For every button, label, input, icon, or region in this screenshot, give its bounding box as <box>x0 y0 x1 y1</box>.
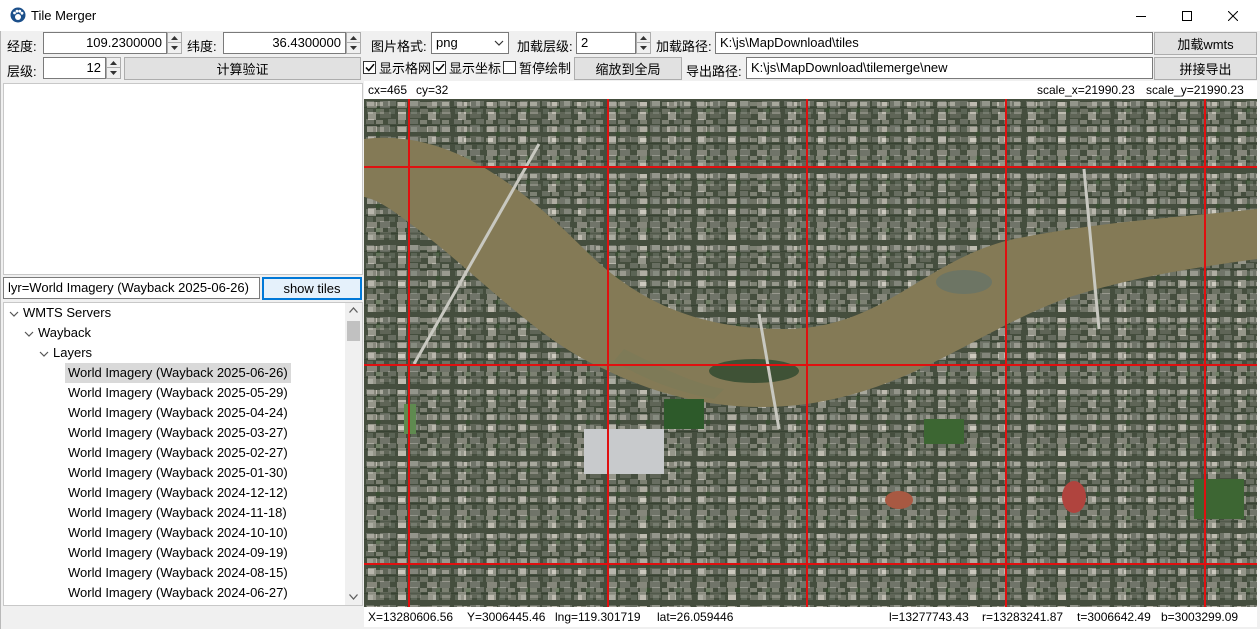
chevron-down-icon <box>494 40 504 46</box>
map-canvas[interactable] <box>364 99 1257 607</box>
triangle-down-icon <box>350 46 357 50</box>
triangle-down-icon <box>171 46 178 50</box>
lat-spinner[interactable] <box>346 32 361 54</box>
map-x: X=13280606.56 <box>368 610 454 624</box>
map-lat: lat=26.059446 <box>657 610 734 624</box>
pause-draw-checkbox[interactable]: 暂停绘制 <box>503 59 572 76</box>
tree-scrollbar[interactable] <box>345 303 362 605</box>
tree-layer-item[interactable]: World Imagery (Wayback 2025-06-26) <box>65 363 291 383</box>
format-value: png <box>436 35 458 50</box>
map-scale-y: scale_y=21990.23 <box>1146 83 1244 97</box>
map-bottom: b=3003299.09 <box>1161 610 1239 624</box>
lat-input[interactable]: 36.4300000 <box>223 32 346 54</box>
compute-button[interactable]: 计算验证 <box>124 57 361 80</box>
load-path-label: 加载路径: <box>656 39 712 54</box>
format-label: 图片格式: <box>371 39 427 54</box>
tree-layer-item[interactable]: World Imagery (Wayback 2025-01-30) <box>68 463 288 483</box>
tree-root[interactable]: WMTS Servers <box>23 303 111 323</box>
status-strip <box>1 625 363 629</box>
map-lng: lng=119.301719 <box>555 610 641 624</box>
paw-icon <box>10 7 26 23</box>
map-coords-bar: X=13280606.56 Y=3006445.46 lng=119.30171… <box>364 607 1257 627</box>
lng-spinner[interactable] <box>167 32 182 54</box>
triangle-up-icon <box>110 60 117 65</box>
load-path-input[interactable]: K:\js\MapDownload\tiles <box>715 32 1153 54</box>
level-label: 层级: <box>7 64 37 79</box>
lng-label: 经度: <box>7 39 37 54</box>
tree-layer-item[interactable]: World Imagery (Wayback 2024-06-27) <box>68 583 288 603</box>
triangle-up-icon <box>350 35 357 40</box>
show-coords-label: 显示坐标 <box>449 60 502 76</box>
format-select[interactable]: png <box>431 32 509 54</box>
load-wmts-button[interactable]: 加载wmts <box>1154 32 1257 55</box>
pause-draw-label: 暂停绘制 <box>519 60 572 76</box>
map-left: l=13277743.43 <box>889 610 969 624</box>
info-panel <box>3 83 363 275</box>
chevron-down-icon[interactable] <box>9 309 19 319</box>
window-title: Tile Merger <box>31 8 97 23</box>
map-info-bar: cx=465 cy=32 scale_x=21990.23 scale_y=21… <box>364 81 1257 99</box>
export-path-label: 导出路径: <box>686 64 742 79</box>
show-tiles-button[interactable]: show tiles <box>262 277 362 300</box>
lat-label: 纬度: <box>187 39 217 54</box>
tree-layer-item[interactable]: World Imagery (Wayback 2024-08-15) <box>68 563 288 583</box>
tree-layer-item[interactable]: World Imagery (Wayback 2024-10-10) <box>68 523 288 543</box>
satellite-map[interactable] <box>364 99 1257 607</box>
triangle-up-icon[interactable] <box>349 307 358 313</box>
level-spinner[interactable] <box>106 57 121 79</box>
triangle-down-icon <box>110 71 117 75</box>
level-input[interactable]: 12 <box>43 57 106 79</box>
tree-layer-item[interactable]: World Imagery (Wayback 2025-04-24) <box>68 403 288 423</box>
tree-layer-item[interactable]: World Imagery (Wayback 2025-02-27) <box>68 443 288 463</box>
close-icon <box>1228 10 1238 21</box>
maximize-button[interactable] <box>1164 0 1210 31</box>
tree-node-wayback[interactable]: Wayback <box>38 323 91 343</box>
load-level-label: 加载层级: <box>517 39 573 54</box>
triangle-down-icon[interactable] <box>349 594 358 600</box>
triangle-up-icon <box>640 35 647 40</box>
chevron-down-icon[interactable] <box>39 349 49 359</box>
zoom-all-button[interactable]: 缩放到全局 <box>574 57 682 80</box>
map-y: Y=3006445.46 <box>467 610 546 624</box>
show-coords-checkbox[interactable]: 显示坐标 <box>433 59 502 76</box>
tree-layer-item[interactable]: World Imagery (Wayback 2025-05-29) <box>68 383 288 403</box>
map-scale-x: scale_x=21990.23 <box>1037 83 1135 97</box>
wmts-tree[interactable]: WMTS Servers Wayback Layers World Imager… <box>3 302 363 606</box>
tree-layer-item[interactable]: World Imagery (Wayback 2025-03-27) <box>68 423 288 443</box>
main-window: 经度: 109.2300000 纬度: 36.4300000 层级: 12 计算… <box>0 31 1260 629</box>
scrollbar-thumb[interactable] <box>347 321 360 341</box>
map-right: r=13283241.87 <box>982 610 1064 624</box>
export-path-input[interactable]: K:\js\MapDownload\tilemerge\new <box>746 57 1153 79</box>
check-icon <box>364 63 375 72</box>
close-button[interactable] <box>1210 0 1256 31</box>
chevron-down-icon[interactable] <box>24 329 34 339</box>
maximize-icon <box>1182 10 1192 21</box>
load-level-input[interactable]: 2 <box>576 32 636 54</box>
layer-input[interactable]: lyr=World Imagery (Wayback 2025-06-26) <box>3 277 260 299</box>
check-icon <box>434 63 445 72</box>
show-grid-checkbox[interactable]: 显示格网 <box>363 59 432 76</box>
tree-layer-item[interactable]: World Imagery (Wayback 2024-12-12) <box>68 483 288 503</box>
triangle-up-icon <box>171 35 178 40</box>
map-top: t=3006642.49 <box>1077 610 1151 624</box>
map-cx: cx=465 <box>368 83 408 97</box>
lng-input[interactable]: 109.2300000 <box>43 32 167 54</box>
load-level-spinner[interactable] <box>636 32 651 54</box>
triangle-down-icon <box>640 46 647 50</box>
show-grid-label: 显示格网 <box>379 60 432 76</box>
minimize-icon <box>1136 15 1146 17</box>
merge-export-button[interactable]: 拼接导出 <box>1154 57 1257 80</box>
tree-layer-item[interactable]: World Imagery (Wayback 2024-11-18) <box>68 503 287 523</box>
tree-layer-item[interactable]: World Imagery (Wayback 2024-09-19) <box>68 543 288 563</box>
tree-node-layers[interactable]: Layers <box>53 343 92 363</box>
map-cy: cy=32 <box>416 83 449 97</box>
title-bar: Tile Merger <box>0 0 1260 31</box>
minimize-button[interactable] <box>1118 0 1164 31</box>
